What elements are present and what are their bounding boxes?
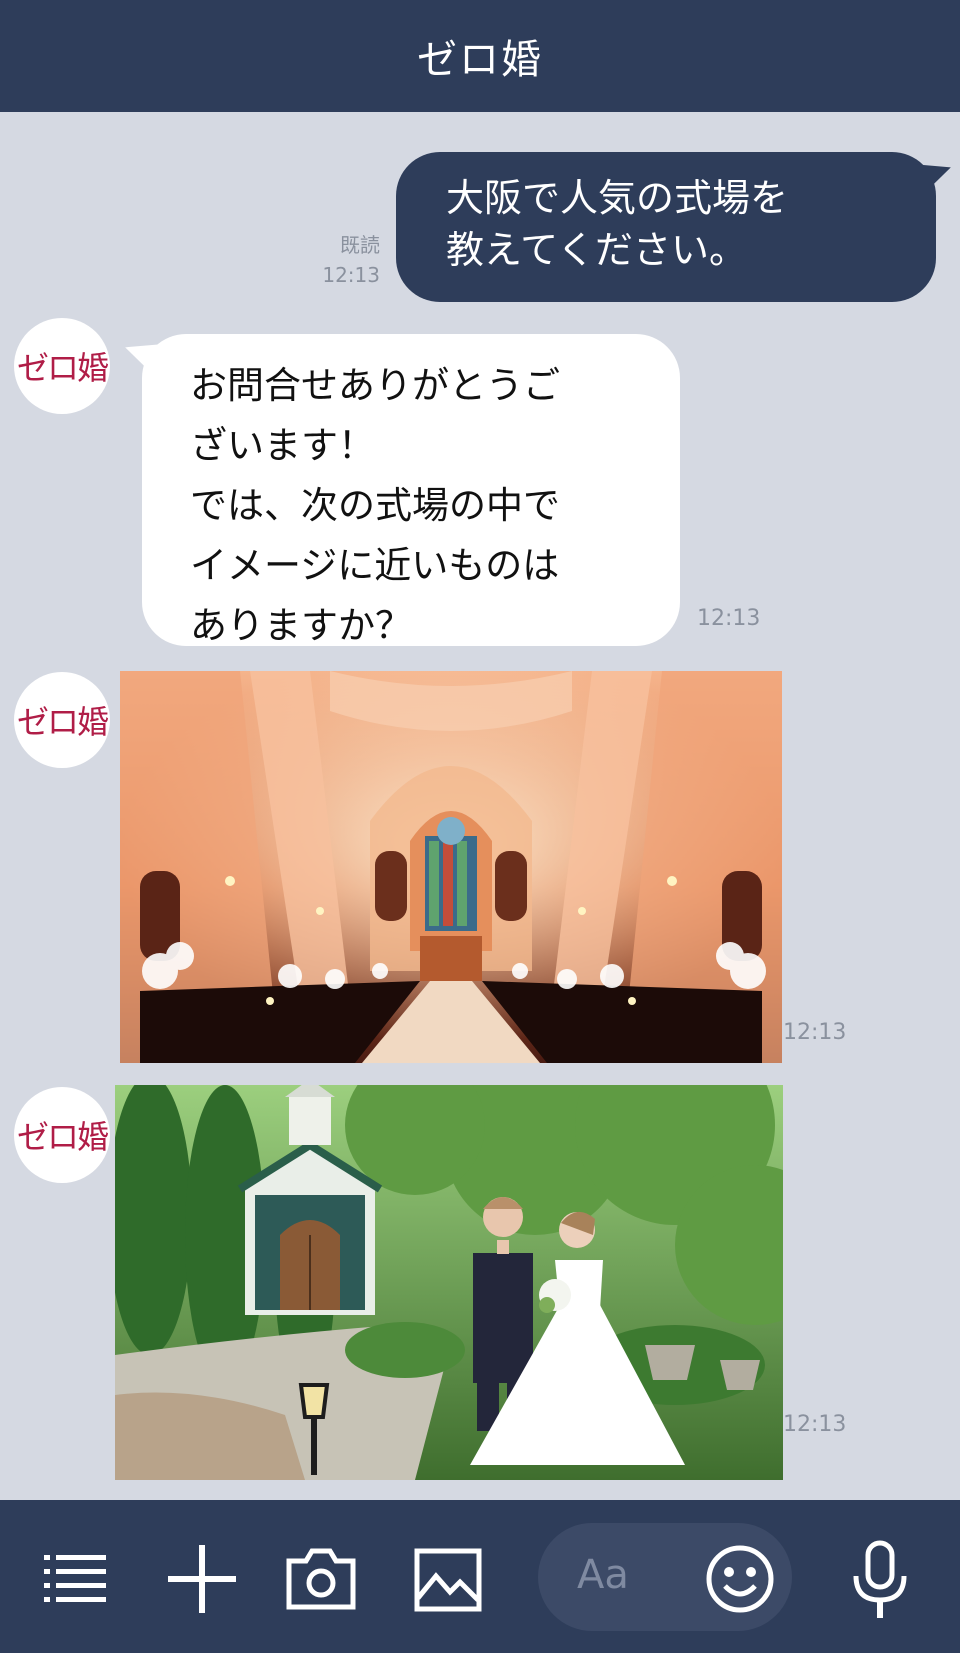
- message-meta: 既読 12:13: [310, 230, 380, 290]
- avatar-label: ゼロ婚: [16, 703, 109, 741]
- message-text-line: 教えてください。: [446, 228, 747, 272]
- message-input-placeholder: Aa: [577, 1552, 629, 1598]
- avatar-label: ゼロ婚: [16, 349, 109, 387]
- menu-button[interactable]: [44, 1553, 106, 1607]
- avatar[interactable]: ゼロ婚: [14, 318, 110, 414]
- message-time: 12:13: [783, 1412, 847, 1437]
- bubble-tail: [910, 147, 956, 193]
- read-receipt: 既読: [340, 233, 380, 257]
- message-text-line: 大阪で人気の式場を: [446, 176, 789, 220]
- church-interior-image[interactable]: [120, 671, 782, 1063]
- plus-icon: [168, 1545, 236, 1613]
- microphone-button[interactable]: [850, 1540, 910, 1624]
- bubble-tail: [120, 327, 166, 373]
- message-text-line: ありますか？: [190, 604, 412, 647]
- image-button[interactable]: [414, 1548, 482, 1616]
- avatar[interactable]: ゼロ婚: [14, 672, 110, 768]
- microphone-icon: [853, 1540, 907, 1618]
- camera-button[interactable]: [286, 1547, 356, 1615]
- add-button[interactable]: [168, 1545, 236, 1617]
- message-text-line: イメージに近いものは: [190, 544, 560, 587]
- chat-title: ゼロ婚: [417, 37, 543, 83]
- garden-chapel-image[interactable]: [115, 1085, 783, 1480]
- message-time: 12:13: [783, 1020, 847, 1045]
- message-time: 12:13: [697, 606, 761, 631]
- incoming-message-bubble[interactable]: お問合せありがとうご ざいます！ では、次の式場の中で イメージに近いものは あ…: [120, 327, 680, 647]
- message-text-line: ざいます！: [190, 424, 375, 467]
- image-icon: [414, 1548, 482, 1612]
- emoji-icon: [706, 1545, 774, 1613]
- camera-icon: [286, 1548, 356, 1610]
- message-time: 12:13: [322, 263, 380, 287]
- outgoing-message-bubble[interactable]: 大阪で人気の式場を 教えてください。: [396, 147, 956, 302]
- avatar[interactable]: ゼロ婚: [14, 1087, 110, 1183]
- message-text-line: では、次の式場の中で: [190, 484, 560, 527]
- chat-header: ゼロ婚: [0, 0, 960, 112]
- emoji-button[interactable]: [705, 1544, 775, 1618]
- message-text-line: お問合せありがとうご: [190, 364, 560, 407]
- avatar-label: ゼロ婚: [16, 1118, 109, 1156]
- menu-icon: [44, 1555, 106, 1602]
